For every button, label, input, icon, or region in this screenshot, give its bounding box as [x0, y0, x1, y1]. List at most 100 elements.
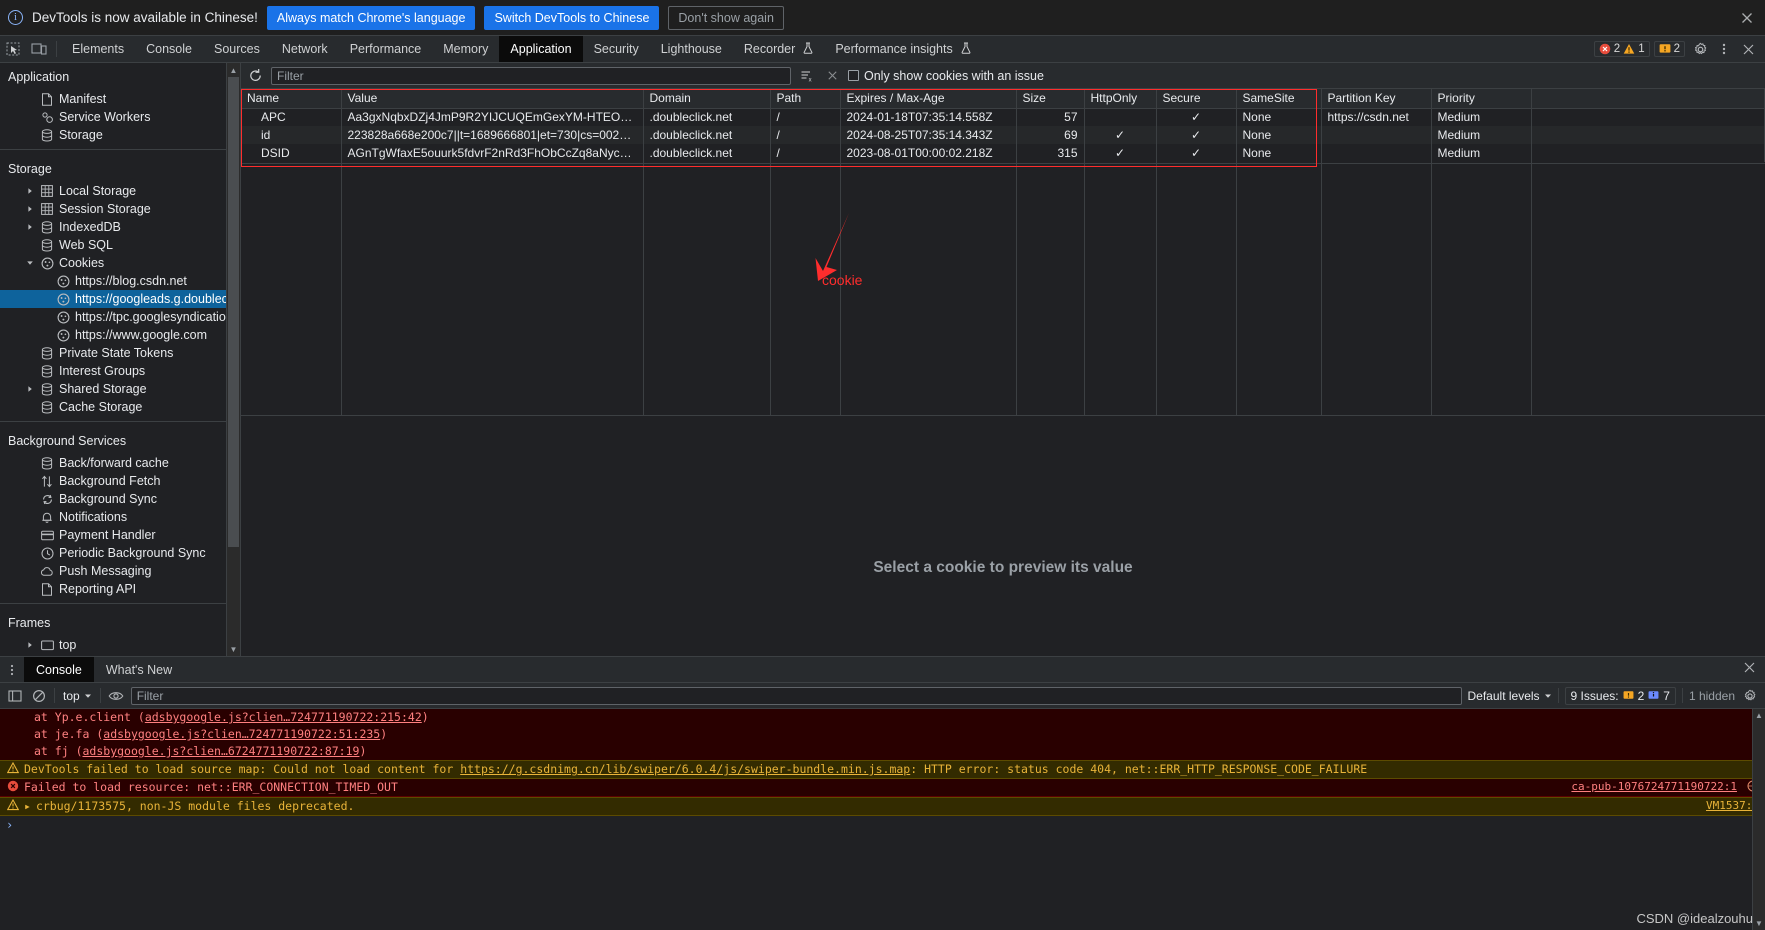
tab-performance[interactable]: Performance — [339, 36, 433, 62]
tab-elements[interactable]: Elements — [61, 36, 135, 62]
console-levels-dropdown[interactable]: Default levels — [1468, 689, 1552, 703]
drawer-tab-console[interactable]: Console — [24, 657, 94, 682]
column-header-httponly[interactable]: HttpOnly — [1084, 89, 1157, 109]
twisty-icon[interactable] — [24, 259, 35, 267]
sidebar-item-www-google-com[interactable]: https://www.google.com — [0, 326, 226, 344]
console-filter-input[interactable] — [136, 688, 1456, 703]
sidebar-item-local-storage[interactable]: Local Storage — [0, 182, 226, 200]
tab-network[interactable]: Network — [271, 36, 339, 62]
column-header-priority[interactable]: Priority — [1431, 89, 1532, 109]
column-header-samesite[interactable]: SameSite — [1236, 89, 1322, 109]
switch-to-chinese-button[interactable]: Switch DevTools to Chinese — [484, 5, 660, 30]
drawer-tab-what-s-new[interactable]: What's New — [94, 657, 184, 682]
error-warning-badge[interactable]: 2 1 — [1593, 41, 1650, 57]
twisty-icon[interactable] — [24, 223, 35, 231]
cookie-filter-box[interactable] — [271, 66, 791, 85]
inspect-element-icon[interactable] — [0, 36, 26, 62]
sidebar-item-background-fetch[interactable]: Background Fetch — [0, 472, 226, 490]
gear-icon[interactable] — [1689, 39, 1711, 59]
twisty-icon[interactable] — [24, 385, 35, 393]
devtools-close-icon[interactable] — [1737, 39, 1759, 59]
tab-performance-insights[interactable]: Performance insights — [824, 36, 981, 62]
scroll-down-arrow-icon[interactable]: ▼ — [1753, 917, 1765, 930]
drawer-close-icon[interactable] — [1742, 660, 1757, 680]
scroll-down-arrow-icon[interactable]: ▼ — [227, 642, 240, 656]
column-header-domain[interactable]: Domain — [643, 89, 771, 109]
sidebar-scrollbar[interactable]: ▲ ▼ — [226, 63, 240, 656]
table-row[interactable]: id 223828a668e200c7||t=1689666801|et=730|… — [241, 126, 1765, 144]
sidebar-item-tpc-googlesyndication-com[interactable]: https://tpc.googlesyndication.com — [0, 308, 226, 326]
column-header-name[interactable]: Name — [241, 89, 342, 109]
sidebar-item-indexeddb[interactable]: IndexedDB — [0, 218, 226, 236]
source-link[interactable]: adsbygoogle.js?clien…724771190722:51:235 — [103, 727, 380, 741]
tab-recorder[interactable]: Recorder — [733, 36, 824, 62]
sidebar-item-manifest[interactable]: Manifest — [0, 90, 226, 108]
banner-close-icon[interactable] — [1739, 10, 1755, 26]
cookie-filter-input[interactable] — [277, 68, 785, 83]
device-toolbar-icon[interactable] — [26, 36, 52, 62]
sidebar-item-shared-storage[interactable]: Shared Storage — [0, 380, 226, 398]
column-header-size[interactable]: Size — [1016, 89, 1085, 109]
live-expression-eye-icon[interactable] — [107, 687, 125, 705]
always-match-language-button[interactable]: Always match Chrome's language — [266, 5, 476, 30]
sidebar-item-notifications[interactable]: Notifications — [0, 508, 226, 526]
drawer-kebab-menu-icon[interactable] — [0, 657, 24, 682]
console-context-selector[interactable]: top — [61, 689, 94, 703]
column-header-expires-max-age[interactable]: Expires / Max-Age — [840, 89, 1017, 109]
column-header-value[interactable]: Value — [341, 89, 644, 109]
sidebar-item-periodic-background-sync[interactable]: Periodic Background Sync — [0, 544, 226, 562]
sidebar-item-push-messaging[interactable]: Push Messaging — [0, 562, 226, 580]
dont-show-again-button[interactable]: Don't show again — [668, 5, 784, 30]
sidebar-item-back-forward-cache[interactable]: Back/forward cache — [0, 454, 226, 472]
tab-application[interactable]: Application — [499, 36, 583, 62]
sidebar-item-session-storage[interactable]: Session Storage — [0, 200, 226, 218]
sidebar-item-web-sql[interactable]: Web SQL — [0, 236, 226, 254]
console-settings-gear-icon[interactable] — [1741, 687, 1759, 705]
column-header-path[interactable]: Path — [770, 89, 841, 109]
message-source-link[interactable]: ca-pub-1076724771190722:1 — [1571, 780, 1737, 793]
issues-badge[interactable]: 2 — [1653, 41, 1685, 57]
tab-sources[interactable]: Sources — [203, 36, 271, 62]
delete-x-icon[interactable] — [823, 67, 841, 85]
refresh-icon[interactable] — [247, 67, 264, 84]
tab-memory[interactable]: Memory — [432, 36, 499, 62]
column-header-partition-key[interactable]: Partition Key — [1321, 89, 1432, 109]
sidebar-item-top[interactable]: top — [0, 636, 226, 654]
checkbox-box[interactable] — [848, 70, 859, 81]
clear-filter-icon[interactable]: x — [798, 67, 816, 85]
sidebar-item-background-sync[interactable]: Background Sync — [0, 490, 226, 508]
only-show-issue-cookies-checkbox[interactable]: Only show cookies with an issue — [848, 69, 1044, 83]
twisty-icon[interactable] — [24, 641, 35, 649]
kebab-menu-icon[interactable] — [1713, 39, 1735, 59]
source-link[interactable]: https://g.csdnimg.cn/lib/swiper/6.0.4/js… — [460, 762, 910, 776]
sidebar-item-interest-groups[interactable]: Interest Groups — [0, 362, 226, 380]
tab-console[interactable]: Console — [135, 36, 203, 62]
sidebar-item-private-state-tokens[interactable]: Private State Tokens — [0, 344, 226, 362]
console-filter-box[interactable] — [130, 686, 1462, 705]
sidebar-item-blog-csdn-net[interactable]: https://blog.csdn.net — [0, 272, 226, 290]
sidebar-item-googleads-g-doubleclick-net[interactable]: https://googleads.g.doubleclick.net — [0, 290, 226, 308]
scroll-up-arrow-icon[interactable]: ▲ — [227, 63, 240, 77]
sidebar-item-cache-storage[interactable]: Cache Storage — [0, 398, 226, 416]
twisty-icon[interactable] — [24, 205, 35, 213]
sidebar-item-cookies[interactable]: Cookies — [0, 254, 226, 272]
scroll-up-arrow-icon[interactable]: ▲ — [1753, 709, 1765, 722]
table-row[interactable]: DSID AGnTgWfaxE5ouurk5fdvrF2nRd3FhObCcZq8… — [241, 144, 1765, 162]
source-link[interactable]: adsbygoogle.js?clien…724771190722:215:42 — [145, 710, 422, 724]
sidebar-item-storage[interactable]: Storage — [0, 126, 226, 144]
tab-lighthouse[interactable]: Lighthouse — [650, 36, 733, 62]
console-scrollbar[interactable]: ▲ ▼ — [1752, 709, 1765, 930]
console-sidebar-icon[interactable] — [6, 687, 24, 705]
table-row[interactable]: APC Aa3gxNqbxDZj4JmP9R2YIJCUQEmGexYM-HTEO… — [241, 108, 1765, 126]
clear-console-icon[interactable] — [30, 687, 48, 705]
column-header-secure[interactable]: Secure — [1156, 89, 1237, 109]
console-issues-button[interactable]: 9 Issues: 2 7 — [1564, 686, 1676, 705]
sidebar-scrollbar-thumb[interactable] — [228, 77, 239, 547]
sidebar-item-payment-handler[interactable]: Payment Handler — [0, 526, 226, 544]
twisty-icon[interactable] — [24, 187, 35, 195]
tab-security[interactable]: Security — [583, 36, 650, 62]
source-link[interactable]: adsbygoogle.js?clien…6724771190722:87:19 — [83, 744, 360, 758]
sidebar-item-reporting-api[interactable]: Reporting API — [0, 580, 226, 598]
console-prompt[interactable]: › — [0, 816, 1765, 834]
sidebar-item-service-workers[interactable]: Service Workers — [0, 108, 226, 126]
